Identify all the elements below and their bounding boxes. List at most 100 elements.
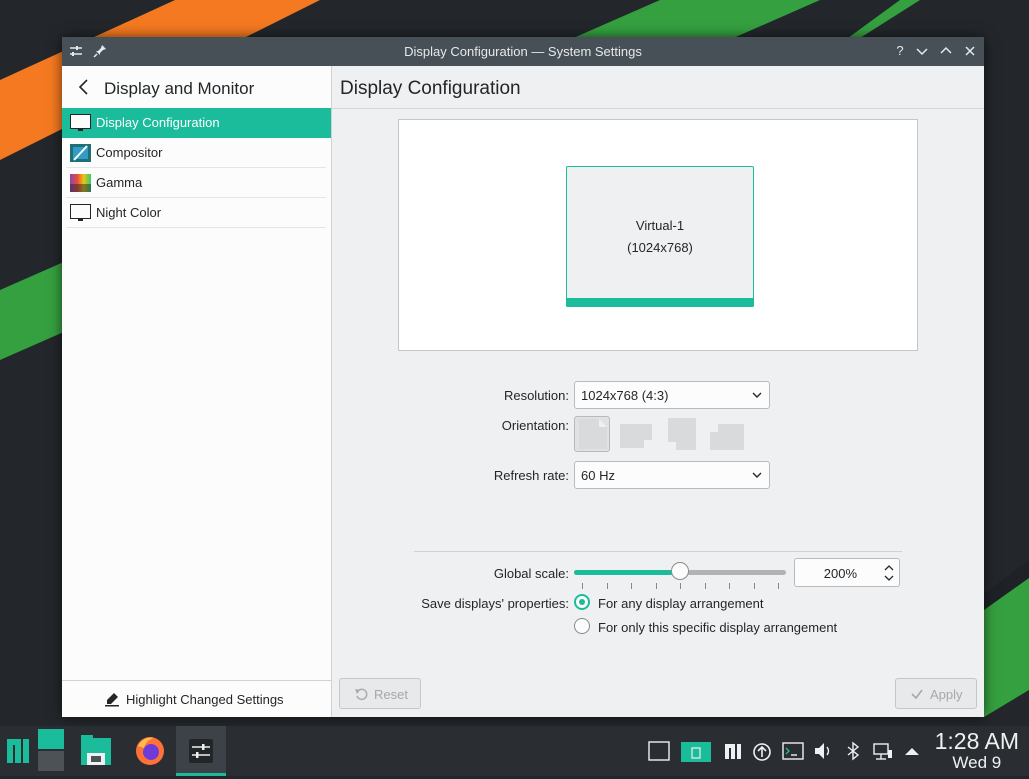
update-icon[interactable]: [751, 740, 773, 762]
night-color-icon: [70, 204, 91, 221]
apply-label: Apply: [930, 687, 963, 702]
close-icon[interactable]: [961, 42, 979, 60]
gamma-icon: [70, 174, 91, 192]
page-title: Display Configuration: [340, 78, 521, 99]
firefox-icon[interactable]: [130, 726, 170, 776]
taskbar-system-settings[interactable]: [176, 726, 226, 776]
refresh-rate-combo[interactable]: 60 Hz: [574, 461, 770, 489]
network-icon[interactable]: [872, 740, 894, 762]
highlight-changed-settings-button[interactable]: Highlight Changed Settings: [62, 680, 331, 717]
highlight-changed-settings-label: Highlight Changed Settings: [126, 692, 284, 707]
app-launcher-icon[interactable]: [4, 726, 32, 776]
sidebar-item-label: Compositor: [96, 145, 163, 160]
divider: [66, 227, 326, 228]
volume-icon[interactable]: [812, 740, 834, 762]
bluetooth-icon[interactable]: [842, 740, 864, 762]
show-desktop-icon[interactable]: [648, 740, 670, 762]
slider-handle[interactable]: [671, 562, 689, 580]
sidebar-header: Display and Monitor: [62, 66, 331, 108]
radio-specific-arrangement-label[interactable]: For only this specific display arrangeme…: [598, 620, 837, 635]
taskbar: 1:28 AM Wed 9: [0, 726, 1029, 776]
slider-tick: [655, 583, 657, 589]
help-button[interactable]: ?: [891, 42, 909, 60]
slider-tick: [704, 583, 706, 589]
output-primary-bar: [566, 298, 754, 307]
divider: [332, 108, 984, 109]
global-scale-label: Global scale:: [493, 566, 569, 581]
orientation-rotate-left-button[interactable]: [618, 416, 654, 452]
output-name: Virtual-1: [635, 218, 685, 233]
sidebar-item-label: Gamma: [96, 175, 143, 190]
slider-fill: [574, 570, 680, 575]
orientation-rotate-right-button[interactable]: [708, 416, 744, 452]
output-resolution: (1024x768): [627, 240, 693, 255]
slider-tick: [582, 583, 583, 589]
chevron-down-icon: [752, 472, 762, 478]
sidebar-item-night-color[interactable]: Night Color: [62, 198, 331, 228]
spin-down-icon[interactable]: [884, 574, 894, 582]
radio-specific-arrangement[interactable]: [574, 618, 590, 634]
slider-tick: [680, 583, 681, 589]
settings-app-icon: [189, 739, 213, 763]
radio-any-arrangement[interactable]: [574, 594, 590, 610]
slider-tick: [631, 583, 632, 589]
sidebar-item-compositor[interactable]: Compositor: [62, 138, 331, 168]
clock-date: Wed 9: [952, 753, 1002, 772]
clock-time: 1:28 AM: [934, 728, 1019, 754]
compositor-icon: [70, 144, 91, 162]
digital-clock[interactable]: 1:28 AM Wed 9: [935, 728, 1019, 773]
resolution-label: Resolution:: [503, 388, 569, 403]
orientation-normal-icon: [579, 419, 607, 449]
orientation-normal-button[interactable]: [574, 416, 610, 452]
orientation-upside-down-button[interactable]: [664, 416, 700, 452]
slider-tick: [778, 583, 779, 589]
orientation-rotate-right-icon: [710, 424, 744, 450]
global-scale-slider[interactable]: [574, 562, 786, 580]
window-title: Display Configuration — System Settings: [404, 44, 642, 59]
slider-tick: [753, 583, 755, 589]
refresh-rate-label: Refresh rate:: [493, 468, 569, 483]
global-scale-value: 200%: [823, 566, 857, 581]
apply-button[interactable]: Apply: [895, 678, 977, 709]
display-arrangement-preview: Virtual-1 (1024x768): [398, 119, 918, 351]
highlighter-icon: [105, 693, 119, 707]
reset-button[interactable]: Reset: [339, 678, 421, 709]
maximize-icon[interactable]: [937, 42, 955, 60]
sidebar-item-display-configuration[interactable]: Display Configuration: [62, 108, 331, 138]
orientation-rotate-left-icon: [620, 424, 652, 448]
refresh-rate-value: 60 Hz: [581, 468, 615, 483]
main-content: Display Configuration Virtual-1 (1024x76…: [332, 66, 984, 717]
divider: [414, 551, 902, 552]
undo-icon: [355, 688, 368, 701]
slider-tick: [729, 583, 730, 589]
save-properties-label: Save displays' properties:: [421, 596, 569, 611]
chevron-up-icon[interactable]: [901, 740, 923, 762]
resolution-value: 1024x768 (4:3): [581, 388, 669, 403]
clipboard-files-icon[interactable]: [680, 740, 712, 762]
file-manager-icon[interactable]: [78, 726, 114, 776]
chevron-down-icon: [752, 392, 762, 398]
resolution-combo[interactable]: 1024x768 (4:3): [574, 381, 770, 409]
manjaro-settings-icon[interactable]: [722, 740, 744, 762]
checkmark-icon: [911, 689, 923, 700]
radio-any-arrangement-label[interactable]: For any display arrangement: [598, 596, 763, 611]
monitor-icon: [70, 114, 91, 131]
output-virtual-1[interactable]: Virtual-1 (1024x768): [566, 166, 754, 307]
sidebar-item-label: Display Configuration: [96, 115, 220, 130]
spin-up-icon[interactable]: [884, 564, 894, 572]
sidebar-header-label: Display and Monitor: [104, 79, 255, 98]
pager-icon[interactable]: [36, 726, 66, 776]
minimize-icon[interactable]: [913, 42, 931, 60]
sidebar-item-label: Night Color: [96, 205, 162, 220]
back-arrow-icon[interactable]: [76, 77, 92, 97]
terminal-icon[interactable]: [782, 740, 804, 762]
sidebar-item-gamma[interactable]: Gamma: [62, 168, 331, 198]
slider-tick: [606, 583, 608, 589]
orientation-label: Orientation:: [501, 418, 569, 433]
system-settings-window: Display Configuration — System Settings …: [62, 37, 984, 717]
orientation-upside-down-icon: [668, 418, 696, 450]
global-scale-spinbox[interactable]: 200%: [794, 558, 900, 587]
sidebar: Display and Monitor Display Configuratio…: [62, 66, 332, 717]
titlebar: Display Configuration — System Settings …: [62, 37, 984, 66]
reset-label: Reset: [374, 687, 408, 702]
